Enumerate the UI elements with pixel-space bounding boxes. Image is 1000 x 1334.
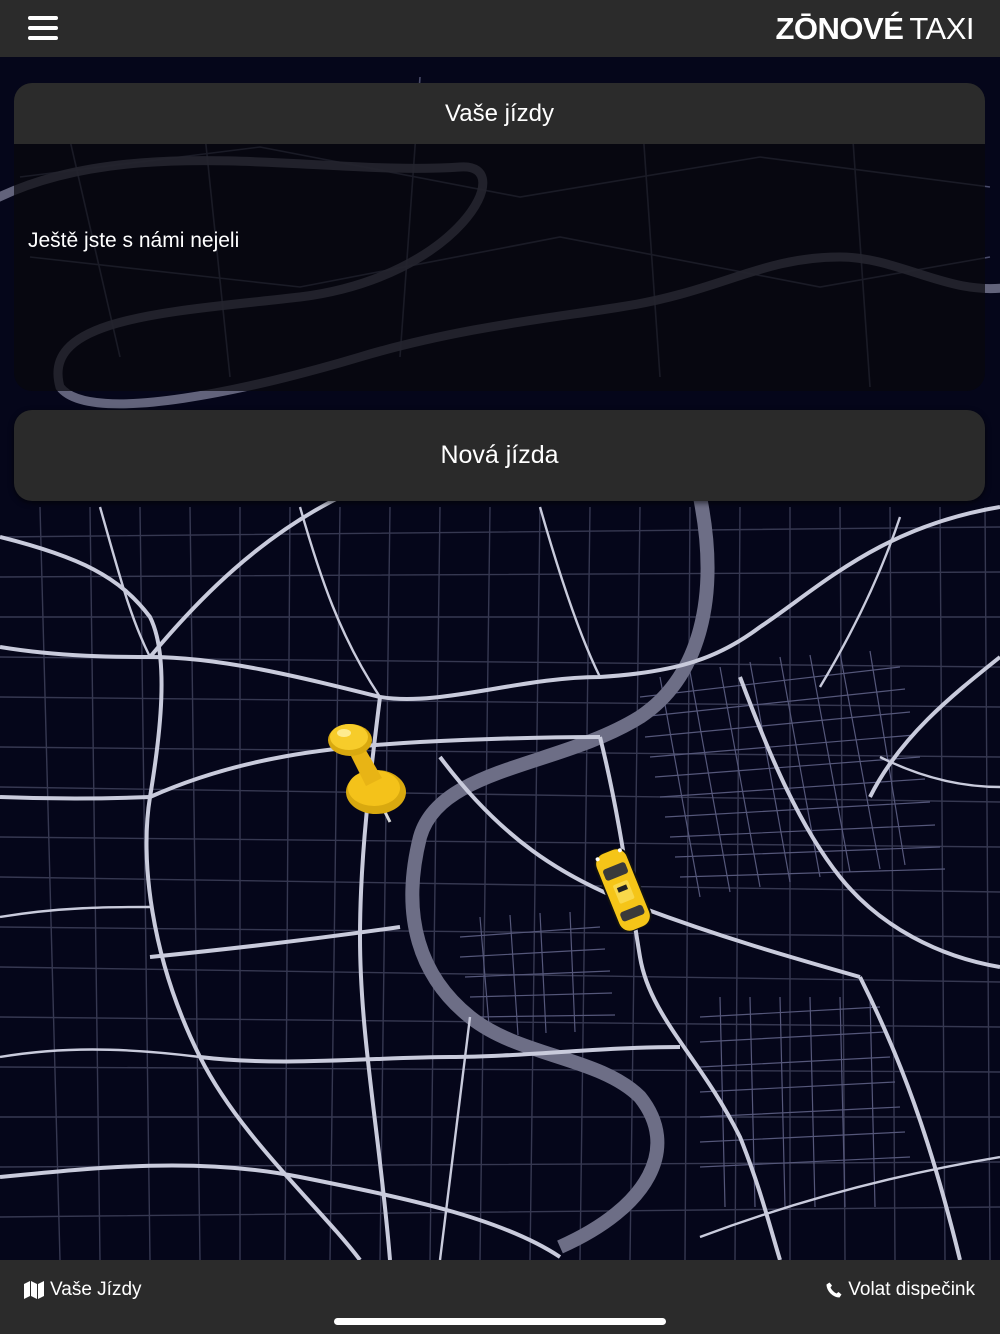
your-rides-link[interactable]: Vaše Jízdy [24,1278,142,1302]
new-ride-button[interactable]: Nová jízda [14,410,985,501]
brand-name-light: TAXI [909,11,974,46]
rides-panel: Vaše jízdy Ještě jste s námi nejeli [14,83,985,391]
bottom-bar: Vaše Jízdy Volat dispečink [0,1260,1000,1334]
hamburger-menu-icon[interactable] [28,16,58,40]
phone-icon [826,1282,842,1298]
top-bar: ZŌNOVÉ TAXI [0,0,1000,57]
map-icon [24,1281,44,1299]
home-indicator[interactable] [334,1318,666,1325]
pushpin-icon[interactable] [320,716,416,824]
brand-name-bold: ZŌNOVÉ [775,11,904,46]
brand-logo: ZŌNOVÉ TAXI [775,12,974,46]
your-rides-label: Vaše Jízdy [50,1279,142,1300]
rides-empty-message: Ještě jste s námi nejeli [28,229,240,252]
call-dispatch-label: Volat dispečink [848,1279,975,1300]
rides-panel-title: Vaše jízdy [14,83,985,144]
taxi-car-icon[interactable] [583,842,663,938]
call-dispatch-link[interactable]: Volat dispečink [826,1278,975,1302]
